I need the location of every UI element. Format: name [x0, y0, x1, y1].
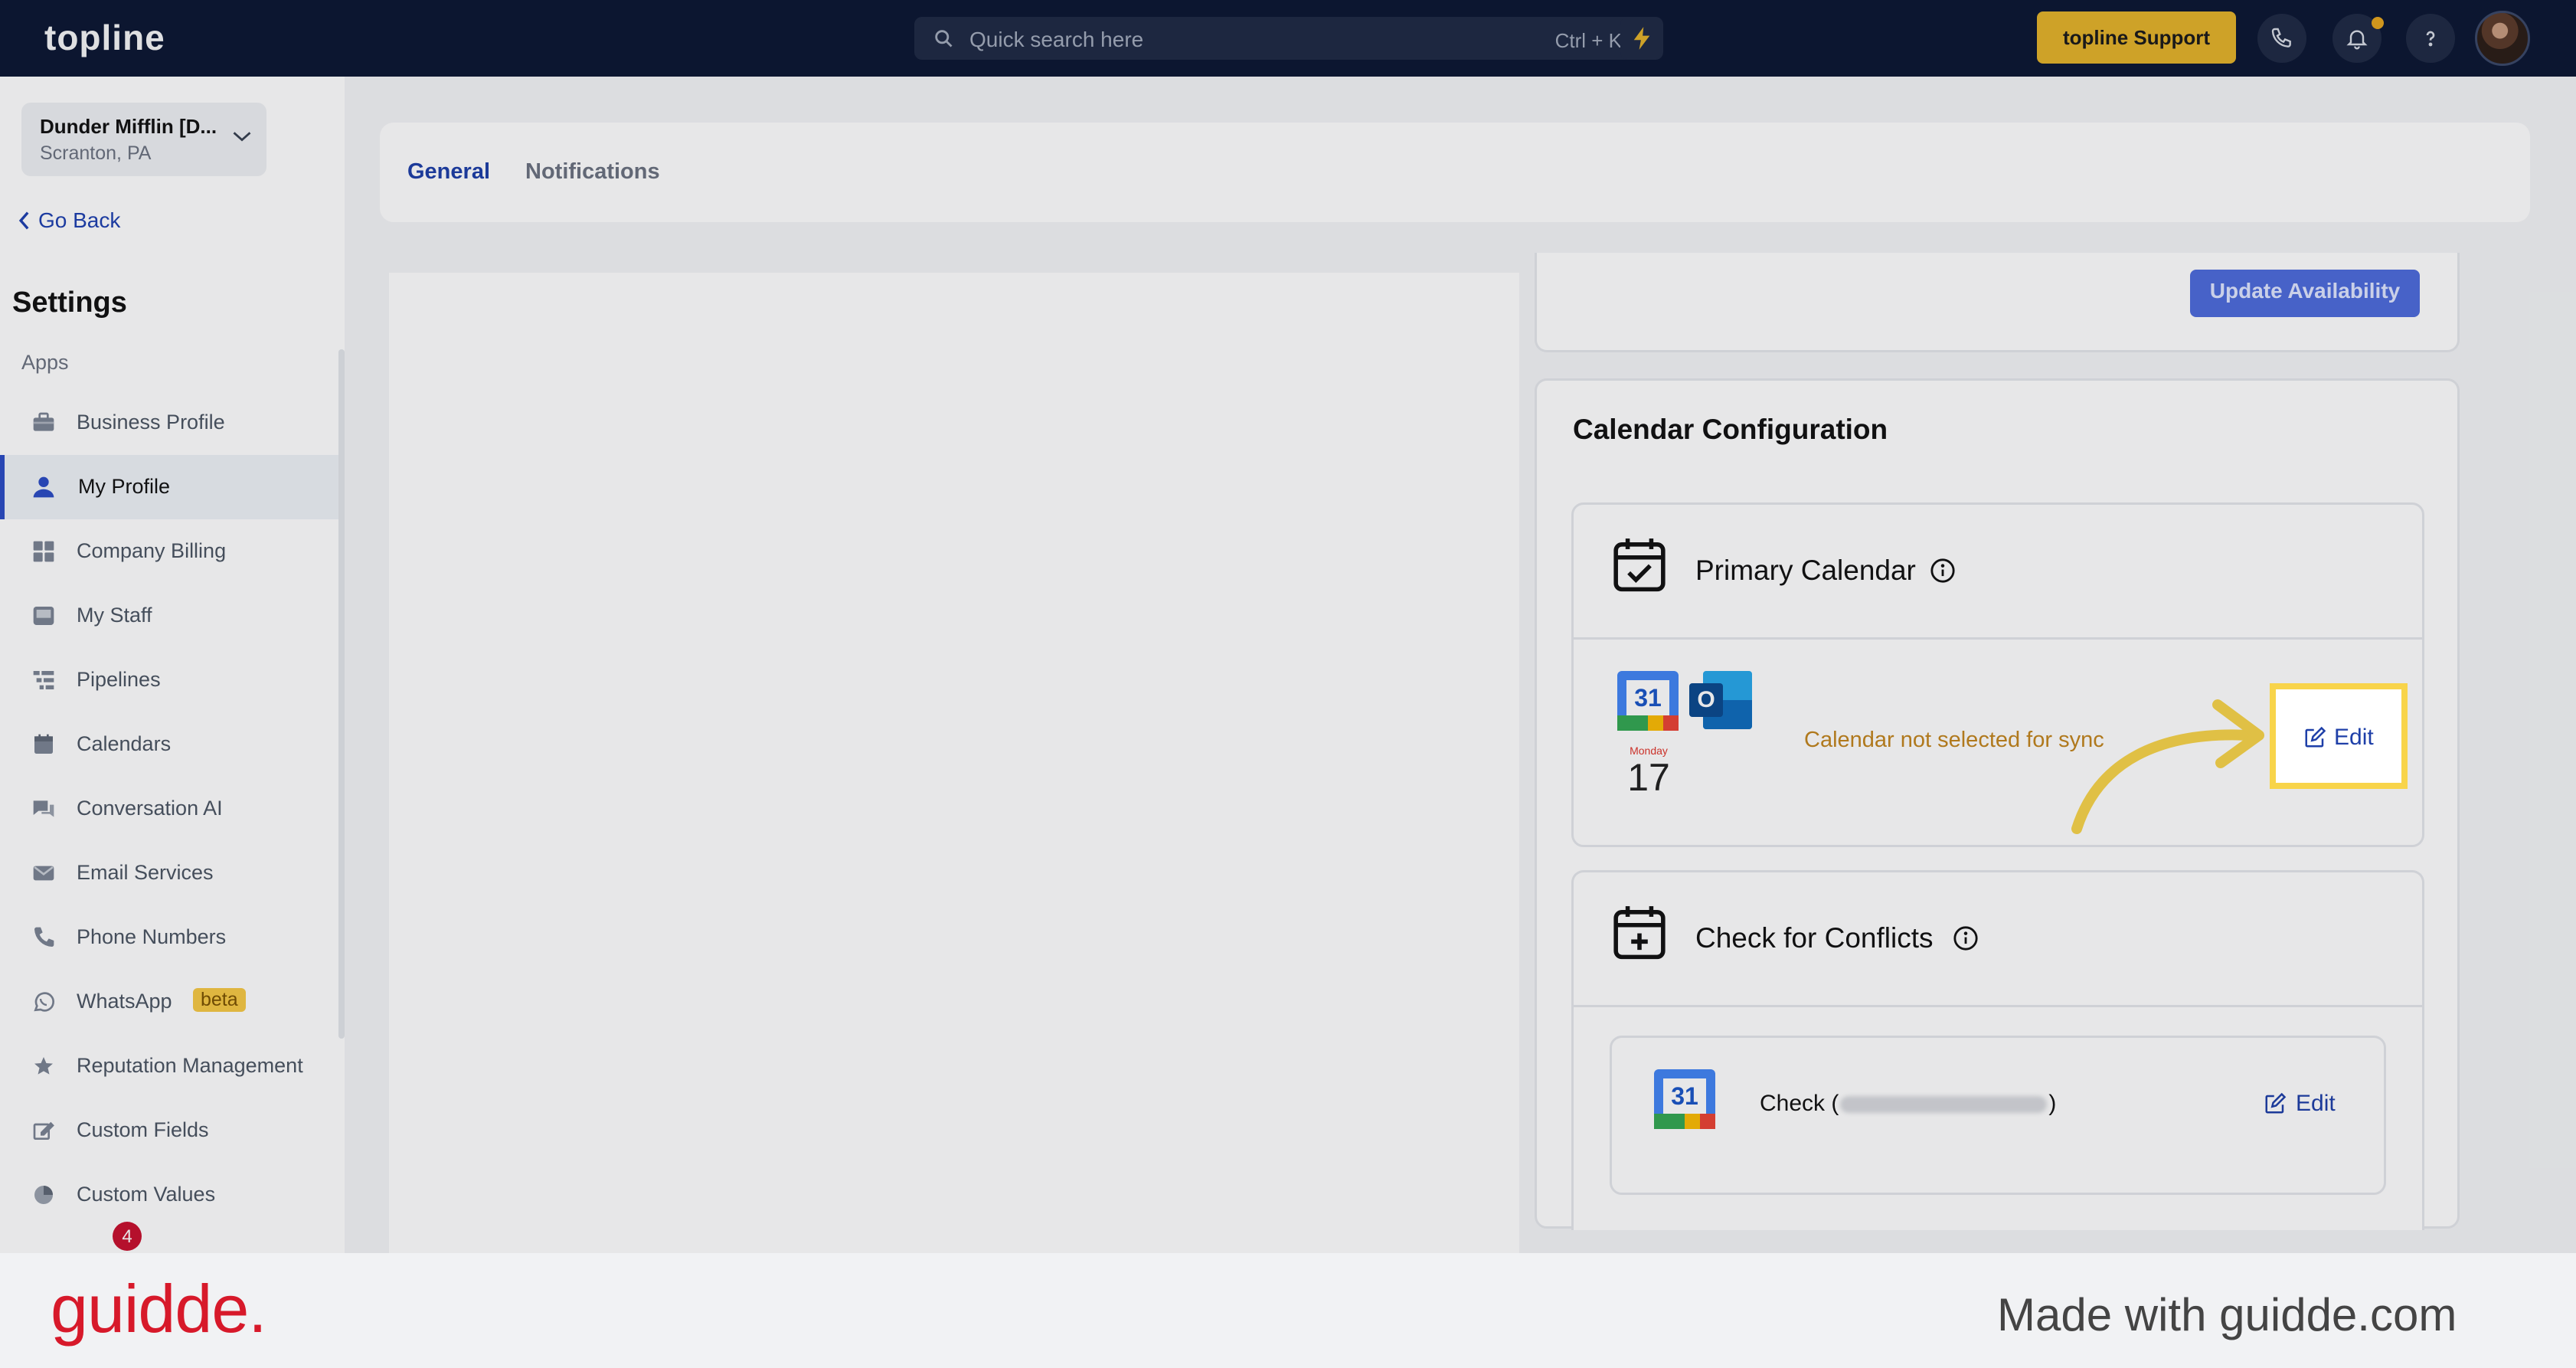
- edit-label: Edit: [2334, 725, 2374, 750]
- guidde-logo[interactable]: guidde.: [51, 1270, 267, 1348]
- dim-overlay: [0, 0, 2576, 1253]
- edit-icon: [2305, 726, 2326, 748]
- made-with-text[interactable]: Made with guidde.com: [1997, 1288, 2457, 1341]
- guidde-footer: guidde. Made with guidde.com: [0, 1253, 2576, 1368]
- primary-calendar-edit-highlight[interactable]: Edit: [2270, 683, 2408, 789]
